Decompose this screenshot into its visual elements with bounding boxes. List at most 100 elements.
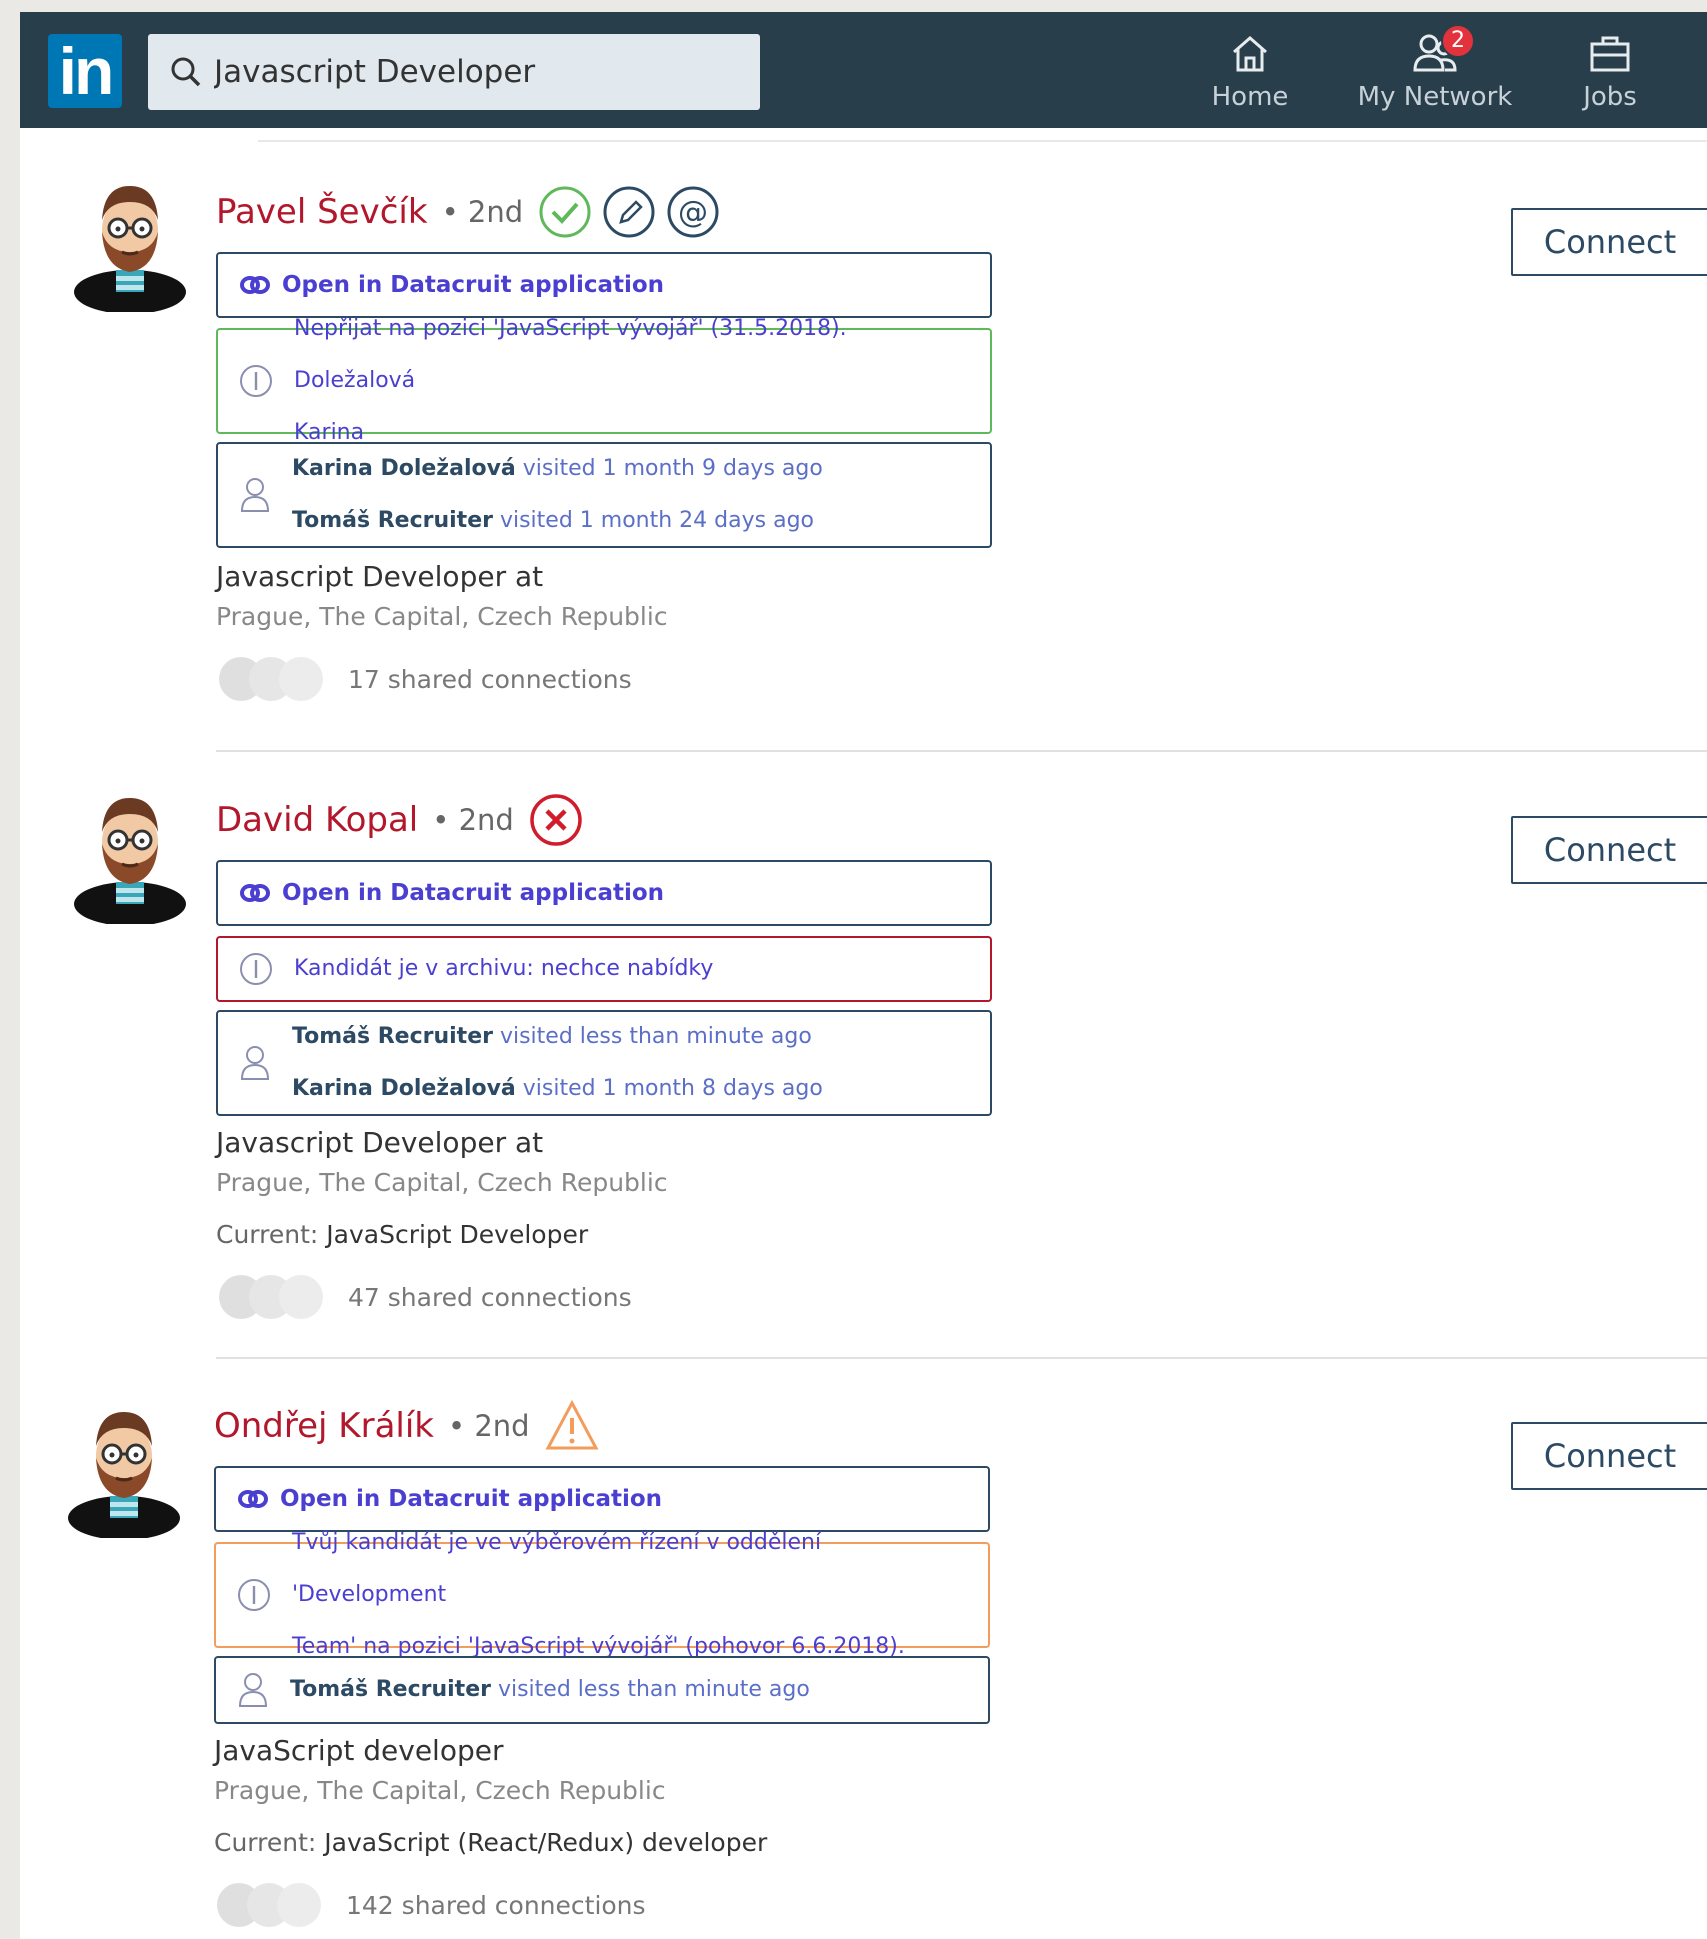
visit-time: visited 1 month 9 days ago bbox=[515, 456, 823, 481]
connect-button[interactable]: Connect bbox=[1511, 208, 1707, 276]
connection-degree: • 2nd bbox=[432, 803, 514, 837]
result-divider bbox=[216, 750, 1707, 752]
result-name-row: David Kopal • 2nd bbox=[216, 792, 584, 848]
note-text: Tvůj kandidát je ve výběrovém řízení v o… bbox=[292, 1517, 968, 1673]
nav-jobs-label: Jobs bbox=[1583, 82, 1637, 112]
top-navbar: in Home 2 My Ne bbox=[20, 12, 1707, 128]
shared-connections-count: 17 shared connections bbox=[348, 664, 632, 694]
result-name[interactable]: Pavel Ševčík bbox=[216, 192, 428, 232]
visit-row: Karina Doležalová visited 1 month 8 days… bbox=[292, 1063, 823, 1115]
status-icons bbox=[528, 792, 584, 848]
visit-time: visited 1 month 24 days ago bbox=[492, 508, 814, 533]
result-name-row: Pavel Ševčík • 2nd @ bbox=[216, 184, 721, 240]
visitor-name[interactable]: Tomáš Recruiter bbox=[292, 508, 493, 533]
result-headline: Javascript Developer at bbox=[216, 560, 544, 593]
visit-row: Tomáš Recruiter visited 1 month 24 days … bbox=[292, 495, 823, 547]
status-icons: @ bbox=[537, 184, 721, 240]
visitor-name[interactable]: Karina Doležalová bbox=[292, 1076, 516, 1101]
search-icon bbox=[171, 57, 201, 87]
pencil-circle-icon[interactable] bbox=[601, 184, 657, 240]
open-in-datacruit-label: Open in Datacruit application bbox=[282, 272, 665, 298]
visit-row: Tomáš Recruiter visited less than minute… bbox=[292, 1011, 823, 1063]
profile-visits: Tomáš Recruiter visited less than minute… bbox=[214, 1656, 990, 1724]
search-input[interactable] bbox=[214, 54, 734, 90]
visitor-name[interactable]: Karina Doležalová bbox=[292, 456, 516, 481]
linkedin-logo[interactable]: in bbox=[48, 34, 122, 108]
shared-connections-avatars bbox=[216, 654, 326, 704]
current-position: Current: JavaScript Developer bbox=[216, 1220, 588, 1249]
current-position: Current: JavaScript (React/Redux) develo… bbox=[214, 1828, 767, 1857]
link-icon bbox=[240, 275, 270, 295]
candidate-note: Nepřijat na pozici 'JavaScript vývojář' … bbox=[216, 316, 992, 445]
result-location: Prague, The Capital, Czech Republic bbox=[216, 1168, 668, 1197]
visit-time: visited less than minute ago bbox=[490, 1677, 810, 1702]
result-divider bbox=[216, 1357, 1707, 1359]
notification-badge: 2 bbox=[1441, 24, 1475, 58]
result-location: Prague, The Capital, Czech Republic bbox=[216, 602, 668, 631]
current-value: JavaScript (React/Redux) developer bbox=[316, 1828, 768, 1857]
result-name-row: Ondřej Králík • 2nd bbox=[214, 1398, 600, 1454]
visit-list: Tomáš Recruiter visited less than minute… bbox=[292, 1011, 823, 1115]
avatar[interactable] bbox=[70, 172, 190, 312]
result-name[interactable]: Ondřej Králík bbox=[214, 1406, 434, 1446]
connect-button[interactable]: Connect bbox=[1511, 816, 1707, 884]
note-line: Nepřijat na pozici 'JavaScript vývojář' … bbox=[294, 316, 847, 393]
connection-degree: • 2nd bbox=[448, 1409, 530, 1443]
link-icon bbox=[238, 1489, 268, 1509]
avatar[interactable] bbox=[64, 1398, 184, 1538]
nav-home[interactable]: Home bbox=[1200, 30, 1300, 120]
warning-triangle-icon[interactable] bbox=[544, 1398, 600, 1454]
at-circle-icon[interactable]: @ bbox=[665, 184, 721, 240]
nav-home-label: Home bbox=[1211, 82, 1289, 112]
shared-connections-avatars bbox=[216, 1272, 326, 1322]
shared-connections-avatars bbox=[214, 1880, 324, 1930]
note-text: Nepřijat na pozici 'JavaScript vývojář' … bbox=[294, 303, 970, 459]
visit-time: visited less than minute ago bbox=[492, 1024, 812, 1049]
check-circle-icon[interactable] bbox=[537, 184, 593, 240]
info-icon bbox=[238, 951, 274, 987]
visit-row: Karina Doležalová visited 1 month 9 days… bbox=[292, 443, 823, 495]
results-top-border bbox=[258, 140, 1707, 142]
home-icon bbox=[1233, 36, 1267, 72]
user-icon bbox=[236, 1670, 270, 1710]
visit-time: visited 1 month 8 days ago bbox=[515, 1076, 823, 1101]
info-icon bbox=[238, 363, 274, 399]
svg-text:@: @ bbox=[678, 195, 708, 230]
nav-my-network[interactable]: 2 My Network bbox=[1350, 24, 1520, 120]
result-name[interactable]: David Kopal bbox=[216, 800, 418, 840]
connection-degree: • 2nd bbox=[441, 195, 524, 229]
avatar[interactable] bbox=[70, 784, 190, 924]
result-headline: JavaScript developer bbox=[214, 1734, 504, 1767]
current-label: Current: bbox=[216, 1220, 319, 1249]
shared-connections-count: 142 shared connections bbox=[346, 1890, 646, 1920]
note-line: Tvůj kandidát je ve výběrovém řízení v o… bbox=[292, 1530, 822, 1607]
open-in-datacruit-button[interactable]: Open in Datacruit application bbox=[216, 860, 992, 926]
briefcase-icon bbox=[1590, 36, 1630, 72]
link-icon bbox=[240, 883, 270, 903]
current-label: Current: bbox=[214, 1828, 317, 1857]
visit-list: Karina Doležalová visited 1 month 9 days… bbox=[292, 443, 823, 547]
result-location: Prague, The Capital, Czech Republic bbox=[214, 1776, 666, 1805]
nav-my-network-label: My Network bbox=[1357, 82, 1513, 112]
page: in Home 2 My Ne bbox=[20, 12, 1707, 1939]
visitor-name[interactable]: Tomáš Recruiter bbox=[290, 1677, 491, 1702]
profile-visits: Karina Doležalová visited 1 month 9 days… bbox=[216, 442, 992, 548]
user-icon bbox=[238, 475, 272, 515]
note-text: Kandidát je v archivu: nechce nabídky bbox=[294, 956, 714, 981]
candidate-note: Tvůj kandidát je ve výběrovém řízení v o… bbox=[214, 1530, 990, 1659]
user-icon bbox=[238, 1043, 272, 1083]
search-box[interactable] bbox=[148, 34, 760, 110]
visitor-name[interactable]: Tomáš Recruiter bbox=[292, 1024, 493, 1049]
connect-button[interactable]: Connect bbox=[1511, 1422, 1707, 1490]
shared-connections[interactable]: 17 shared connections bbox=[216, 654, 632, 704]
x-circle-icon[interactable] bbox=[528, 792, 584, 848]
shared-connections[interactable]: 142 shared connections bbox=[214, 1880, 646, 1930]
open-in-datacruit-label: Open in Datacruit application bbox=[282, 880, 665, 906]
visit-row: Tomáš Recruiter visited less than minute… bbox=[290, 1664, 810, 1716]
status-icons bbox=[544, 1398, 600, 1454]
nav-jobs[interactable]: Jobs bbox=[1560, 30, 1660, 120]
shared-connections[interactable]: 47 shared connections bbox=[216, 1272, 632, 1322]
open-in-datacruit-label: Open in Datacruit application bbox=[280, 1486, 663, 1512]
current-value: JavaScript Developer bbox=[318, 1220, 589, 1249]
profile-visits: Tomáš Recruiter visited less than minute… bbox=[216, 1010, 992, 1116]
